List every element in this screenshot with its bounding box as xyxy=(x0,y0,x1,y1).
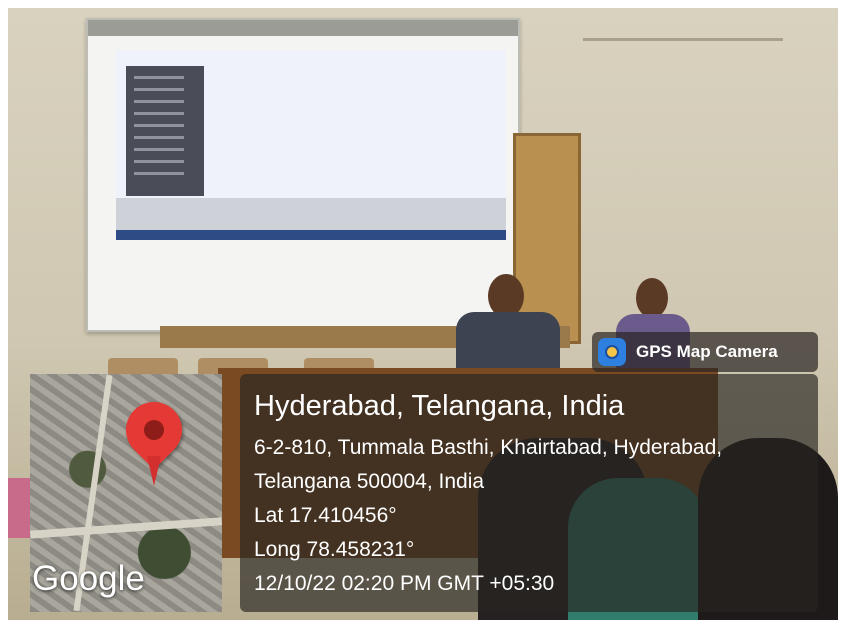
map-pin-tail xyxy=(147,456,161,486)
longitude: Long 78.458231° xyxy=(254,538,415,561)
projected-line xyxy=(134,112,184,115)
projected-line xyxy=(134,124,184,127)
projected-line xyxy=(134,76,184,79)
projected-line xyxy=(134,88,184,91)
timestamp: 12/10/22 02:20 PM GMT +05:30 xyxy=(254,572,555,595)
city-heading: Hyderabad, Telangana, India xyxy=(254,390,625,422)
head xyxy=(636,278,668,318)
gps-camera-icon xyxy=(598,338,626,366)
satellite-map-thumbnail: Google xyxy=(29,374,223,612)
projected-sidebar xyxy=(126,66,204,196)
projected-taskbar xyxy=(116,230,506,240)
projected-line xyxy=(134,148,184,151)
screen-housing xyxy=(88,20,518,36)
projected-line xyxy=(134,172,184,175)
projected-line xyxy=(134,160,184,163)
app-badge: GPS Map Camera xyxy=(592,332,818,372)
address-line-2: Telangana 500004, India xyxy=(254,470,485,493)
address-line-1: 6-2-810, Tummala Basthi, Khairtabad, Hyd… xyxy=(254,436,723,459)
app-badge-label: GPS Map Camera xyxy=(636,342,778,361)
projected-slide xyxy=(116,50,506,240)
latitude: Lat 17.410456° xyxy=(254,504,397,527)
wall-pipe xyxy=(583,38,783,41)
map-brand-label: Google xyxy=(32,559,145,598)
map-street xyxy=(29,517,223,539)
projected-line xyxy=(134,100,184,103)
location-info-panel: Hyderabad, Telangana, India 6-2-810, Tum… xyxy=(240,374,818,612)
projected-line xyxy=(134,136,184,139)
photo: Google GPS Map Camera Hyderabad, Telanga… xyxy=(0,0,842,625)
speaker-person xyxy=(448,270,568,382)
